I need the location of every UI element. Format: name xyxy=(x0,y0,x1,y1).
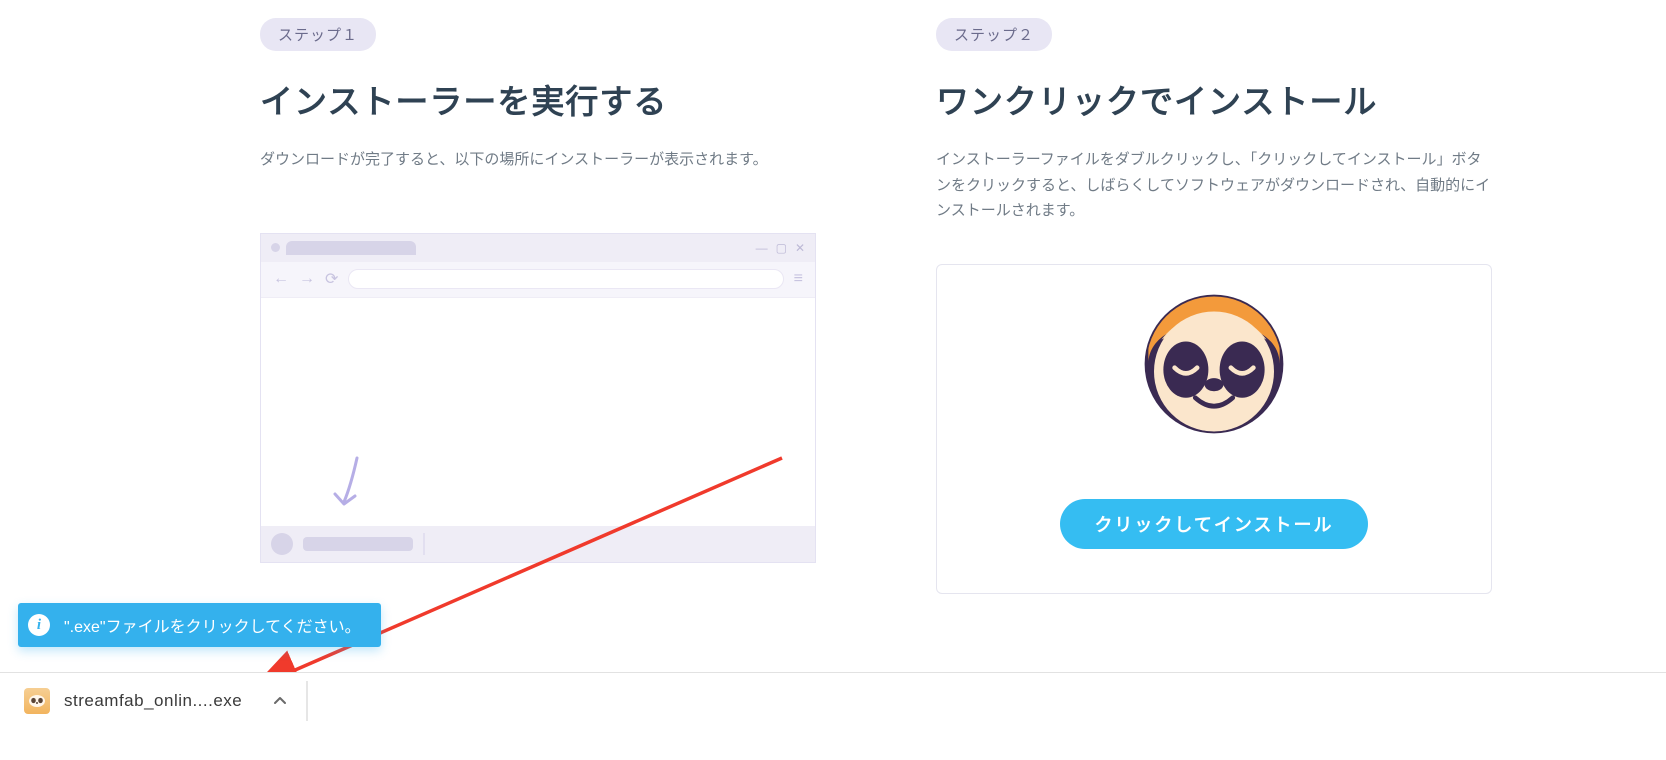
step1-column: ステップ１ インストーラーを実行する ダウンロードが完了すると、以下の場所にイン… xyxy=(260,18,816,594)
step2-badge: ステップ２ xyxy=(936,18,1052,51)
browser-body xyxy=(261,298,815,528)
step1-heading: インストーラーを実行する xyxy=(260,75,816,123)
step2-heading: ワンクリックでインストール xyxy=(936,75,1492,123)
url-bar-placeholder xyxy=(348,269,783,289)
window-close-icon: ✕ xyxy=(795,241,805,255)
download-bar: streamfab_onlin....exe xyxy=(0,672,1666,728)
info-tooltip: i ".exe"ファイルをクリックしてください。 xyxy=(18,603,381,647)
exe-file-icon xyxy=(24,688,50,714)
menu-icon: ≡ xyxy=(794,270,803,288)
window-dot-icon xyxy=(271,243,280,252)
browser-download-strip xyxy=(261,526,815,562)
reload-icon: ⟳ xyxy=(325,269,338,289)
browser-toolbar: ← → ⟳ ≡ xyxy=(261,262,815,298)
installer-card: クリックしてインストール xyxy=(936,264,1492,594)
info-icon: i xyxy=(28,614,50,636)
chevron-up-icon[interactable] xyxy=(266,687,294,715)
sloth-logo-icon xyxy=(1139,289,1289,439)
browser-tab-placeholder xyxy=(286,241,416,255)
purple-arrow-icon xyxy=(329,454,369,514)
step2-column: ステップ２ ワンクリックでインストール インストーラーファイルをダブルクリックし… xyxy=(936,18,1492,594)
download-filename-placeholder xyxy=(303,537,413,551)
step1-badge: ステップ１ xyxy=(260,18,376,51)
step2-description: インストーラーファイルをダブルクリックし、「クリックしてインストール」ボタンをク… xyxy=(936,147,1492,224)
browser-titlebar: — ▢ ✕ xyxy=(261,234,815,262)
back-icon: ← xyxy=(273,270,289,288)
window-max-icon: ▢ xyxy=(776,241,787,255)
step1-description: ダウンロードが完了すると、以下の場所にインストーラーが表示されます。 xyxy=(260,147,816,173)
browser-mockup: — ▢ ✕ ← → ⟳ ≡ xyxy=(260,233,816,563)
download-file-icon xyxy=(271,533,293,555)
download-filename: streamfab_onlin....exe xyxy=(64,691,242,711)
window-min-icon: — xyxy=(756,241,768,255)
tooltip-text: ".exe"ファイルをクリックしてください。 xyxy=(64,613,361,637)
download-divider xyxy=(423,533,425,555)
install-button[interactable]: クリックしてインストール xyxy=(1060,499,1367,549)
download-item[interactable]: streamfab_onlin....exe xyxy=(20,681,308,721)
forward-icon: → xyxy=(299,270,315,288)
